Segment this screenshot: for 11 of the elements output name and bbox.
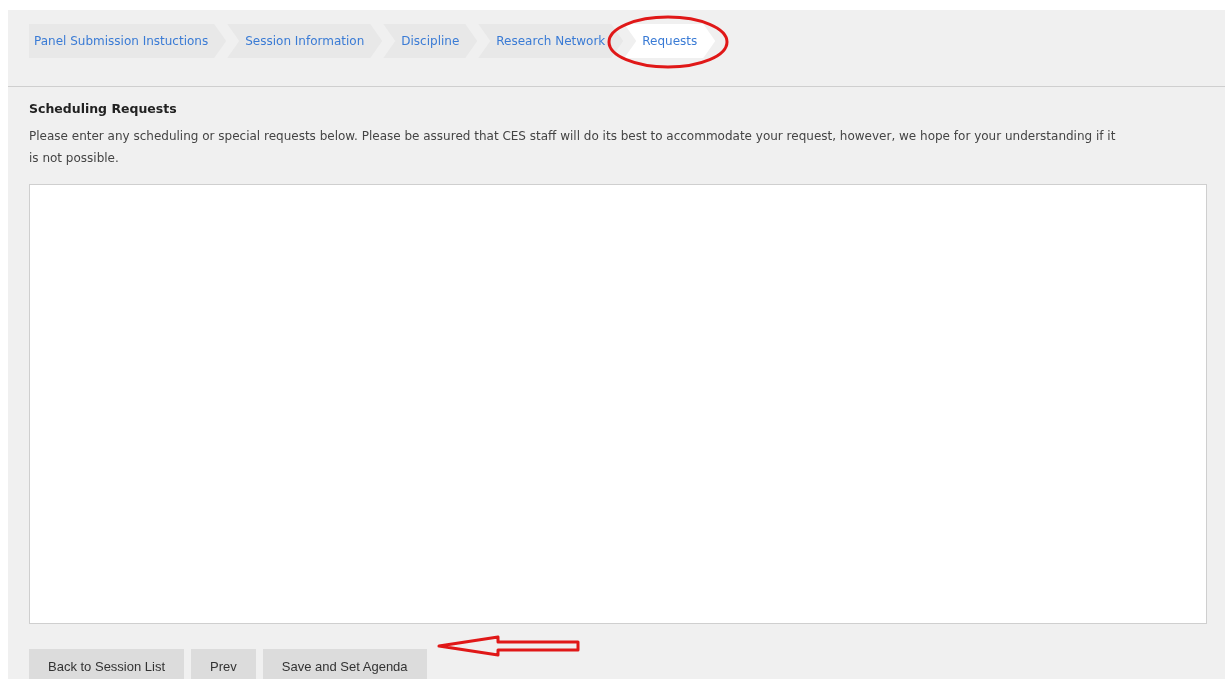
requests-textarea[interactable] (29, 183, 1207, 624)
step-tab[interactable]: Discipline (383, 24, 478, 58)
nav-button[interactable]: Save and Set Agenda (262, 648, 427, 679)
step-tab[interactable]: Session Information (227, 24, 383, 58)
section-title: Scheduling Requests (29, 100, 178, 118)
step-tab[interactable]: Panel Submission Instuctions (29, 24, 227, 58)
section-description: Please enter any scheduling or special requests below. Please be assured that CES staff will do its best to accommodate your request, however, we hope for your understanding if it is not possible. (29, 127, 1117, 167)
step-tab[interactable]: Research Network (478, 24, 624, 58)
step-tab[interactable]: Requests (624, 24, 716, 58)
nav-button[interactable]: Back to Session List (29, 648, 185, 679)
nav-button[interactable]: Prev (191, 648, 256, 679)
